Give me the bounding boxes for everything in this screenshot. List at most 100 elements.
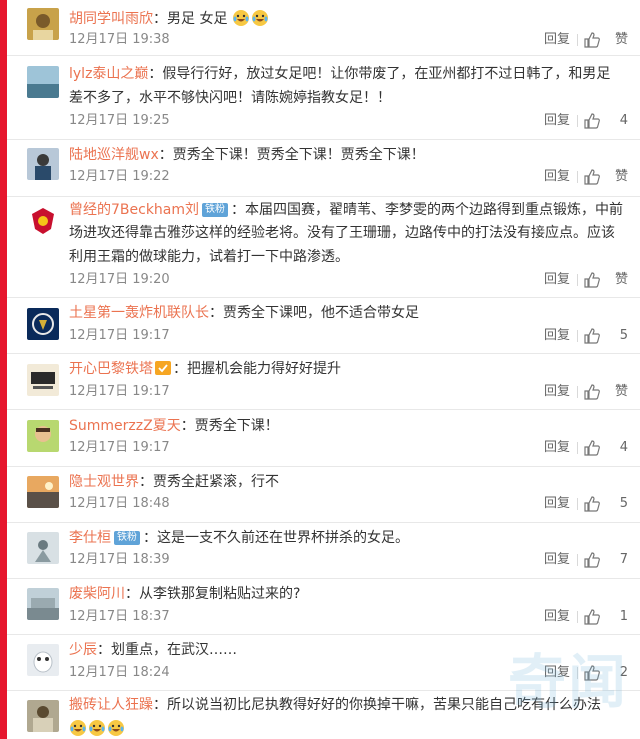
comment-item: 曾经的7Beckham刘 铁粉 ：本届四国赛，翟晴苇、李梦雯的两个边路得到重点锻炼，… [7,197,640,298]
like-count: 1 [619,609,628,624]
comment-timestamp: 12月17日 19:20 [69,272,170,287]
thumbs-up-icon [584,552,600,568]
comment-username[interactable]: SummerzzZ夏天 [69,418,181,434]
like-count: 赞 [614,32,628,47]
divider [577,554,578,566]
divider [577,330,578,342]
reply-button[interactable]: 回复 [544,326,570,346]
laughing-crying-emoji-icon [88,720,107,737]
comment-username[interactable]: 隐士观世界 [69,474,139,490]
comment-timestamp: 12月17日 18:48 [69,496,170,511]
avatar[interactable] [27,532,59,564]
comment-timestamp: 12月17日 18:39 [69,552,170,567]
avatar[interactable] [27,420,59,452]
thumbs-up-icon [584,609,600,625]
avatar[interactable] [27,148,59,180]
reply-button[interactable]: 回复 [544,550,570,570]
avatar[interactable] [27,700,59,732]
divider [577,386,578,398]
like-button[interactable]: 赞 [584,167,628,187]
comment-timestamp: 12月17日 19:17 [69,384,170,399]
like-button[interactable]: 5 [584,326,628,346]
fan-badge: 铁粉 [202,203,229,217]
comment-username[interactable]: 陆地巡洋舰wx [69,147,159,163]
like-count: 赞 [614,169,628,184]
comment-text: 贾秀全赶紧滚，行不 [153,474,279,490]
reply-button[interactable]: 回复 [544,382,570,402]
avatar[interactable] [27,644,59,676]
avatar[interactable] [27,8,59,40]
like-button[interactable]: 赞 [584,30,628,50]
like-button[interactable]: 7 [584,550,628,570]
like-button[interactable]: 1 [584,607,628,627]
avatar[interactable] [27,364,59,396]
reply-button[interactable]: 回复 [544,111,570,131]
avatar[interactable] [27,588,59,620]
comment-text: 男足 女足 [167,11,228,27]
comment-username[interactable]: 曾经的7Beckham刘 [69,202,199,218]
comment-username[interactable]: 搬砖让人狂躁 [69,697,153,713]
comment-item: 胡同学叫雨欣：男足 女足 12月17日 19:38 回复 赞 [7,0,640,56]
comment-username[interactable]: 废柴阿川 [69,586,125,602]
thumbs-up-icon [584,328,600,344]
reply-button[interactable]: 回复 [544,438,570,458]
reply-button[interactable]: 回复 [544,167,570,187]
comment-timestamp: 12月17日 19:38 [69,32,170,47]
like-button[interactable]: 4 [584,111,628,131]
comment-item: 土星第一轰炸机联队长：贾秀全下课吧，他不适合带女足 12月17日 19:17 回… [7,298,640,354]
comment-text: 贾秀全下课！贾秀全下课！贾秀全下课！ [172,147,425,163]
thumbs-up-icon [584,496,600,512]
comment-username[interactable]: lylz泰山之巅 [69,66,148,82]
like-button[interactable]: 赞 [584,270,628,290]
divider [577,498,578,510]
like-count: 7 [619,552,628,567]
comment-text-continued: 场进攻还得靠古雅莎这样的经验老将。没有了王珊珊，边路传中的打法没有接应点。应该 [69,225,615,241]
avatar[interactable] [27,66,59,98]
comment-username[interactable]: 土星第一轰炸机联队长 [69,305,209,321]
like-count: 赞 [614,272,628,287]
like-count: 5 [619,328,628,343]
comment-timestamp: 12月17日 19:17 [69,440,170,455]
comment-username[interactable]: 少辰 [69,642,97,658]
divider [577,611,578,623]
like-button[interactable]: 赞 [584,382,628,402]
divider [577,171,578,183]
comment-timestamp: 12月17日 18:37 [69,609,170,624]
comment-item: 隐士观世界：贾秀全赶紧滚，行不 12月17日 18:48 回复 5 [7,467,640,523]
comment-text: 本届四国赛，翟晴苇、李梦雯的两个边路得到重点锻炼，中前 [245,202,624,218]
comment-text-continued: 利用王霜的做球能力，试着打一下中路渗透。 [69,249,349,265]
comment-text: 这是一支不久前还在世界杯拼杀的女足。 [157,530,409,546]
comment-username[interactable]: 胡同学叫雨欣 [69,11,153,27]
thumbs-up-icon [584,113,600,129]
comment-text: 假导行行好，放过女足吧！让你带废了，在亚州都打不过日韩了，和男足 [162,66,611,82]
comment-username[interactable]: 李仕桓 [69,530,111,546]
thumbs-up-icon [584,272,600,288]
comment-username[interactable]: 开心巴黎铁塔 [69,361,153,377]
laughing-crying-emoji-icon [107,720,126,737]
reply-button[interactable]: 回复 [544,270,570,290]
reply-button[interactable]: 回复 [544,494,570,514]
divider [577,442,578,454]
reply-button[interactable]: 回复 [544,30,570,50]
thumbs-up-icon [584,384,600,400]
comment-text: 划重点，在武汉…… [111,642,237,658]
comment-text: 把握机会能力得好好提升 [187,361,341,377]
comment-timestamp: 12月17日 19:17 [69,328,170,343]
comment-item: 废柴阿川：从李铁那复制粘贴过来的? 12月17日 18:37 回复 1 [7,579,640,635]
like-button[interactable]: 4 [584,438,628,458]
like-button[interactable]: 5 [584,494,628,514]
comment-item: 开心巴黎铁塔 ：把握机会能力得好好提升 12月17日 19:17 回复 赞 [7,354,640,410]
divider [577,115,578,127]
laughing-crying-emoji-icon [69,720,88,737]
avatar[interactable] [27,308,59,340]
avatar[interactable] [27,476,59,508]
comment-item: 陆地巡洋舰wx：贾秀全下课！贾秀全下课！贾秀全下课！ 12月17日 19:22 … [7,140,640,197]
accent-bar [0,0,7,739]
laughing-crying-emoji-icon [232,10,251,27]
reply-button[interactable]: 回复 [544,607,570,627]
watermark-logo: 奇闻 [507,648,628,716]
thumbs-up-icon [584,440,600,456]
comment-item: lylz泰山之巅：假导行行好，放过女足吧！让你带废了，在亚州都打不过日韩了，和男… [7,56,640,140]
comment-item: SummerzzZ夏天：贾秀全下课！ 12月17日 19:17 回复 4 [7,410,640,467]
avatar[interactable] [27,205,59,237]
